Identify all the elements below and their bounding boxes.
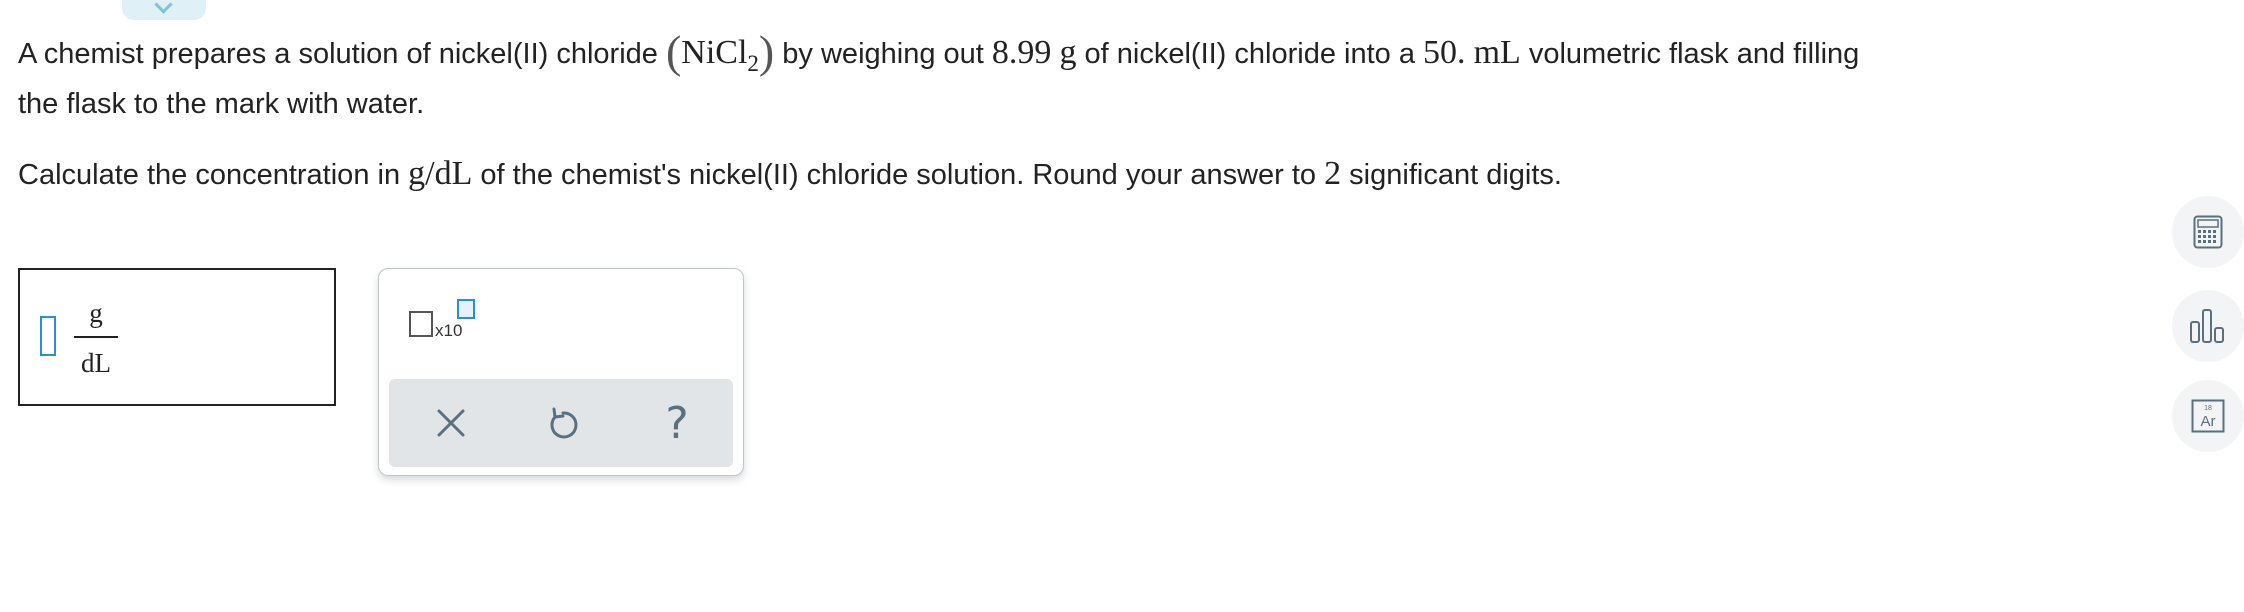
question-line-2: the flask to the mark with water. bbox=[18, 88, 425, 120]
concentration-unit: g/dL bbox=[408, 155, 473, 192]
question-text: A chemist prepares a solution of nickel(… bbox=[18, 38, 666, 70]
question-text: volumetric flask and filling bbox=[1520, 38, 1860, 70]
palette-action-bar: ? bbox=[389, 379, 733, 467]
question-line-3: Calculate the concentration in g/dL of t… bbox=[18, 154, 1562, 195]
unit-numerator: g bbox=[89, 298, 103, 328]
element-symbol: Ar bbox=[2201, 413, 2216, 430]
close-icon bbox=[437, 409, 465, 437]
sig-digits-value: 2 bbox=[1324, 155, 1342, 192]
help-button[interactable]: ? bbox=[651, 397, 703, 449]
element-number: 18 bbox=[2204, 405, 2212, 412]
chevron-down-icon bbox=[154, 0, 173, 14]
question-line-1: A chemist prepares a solution of nickel(… bbox=[18, 29, 1860, 84]
mass-value: 8.99 bbox=[991, 34, 1052, 71]
answer-input[interactable] bbox=[40, 316, 56, 356]
right-paren: ) bbox=[758, 26, 775, 77]
question-text: of nickel(II) chloride into a bbox=[1076, 38, 1424, 70]
data-chart-button[interactable] bbox=[2172, 290, 2244, 362]
periodic-table-button[interactable]: 18 Ar bbox=[2172, 380, 2244, 452]
mass-unit: g bbox=[1059, 34, 1077, 71]
question-text: by weighing out bbox=[774, 38, 992, 70]
question-text: significant digits. bbox=[1341, 159, 1562, 191]
formula-subscript: 2 bbox=[747, 51, 759, 76]
formula: NiCl2 bbox=[681, 34, 759, 76]
page: A chemist prepares a solution of nickel(… bbox=[0, 0, 2244, 612]
mantissa-box-icon bbox=[409, 311, 433, 337]
clear-button[interactable] bbox=[425, 397, 477, 449]
periodic-table-icon: 18 Ar bbox=[2191, 399, 2225, 433]
volume-value: 50. bbox=[1423, 34, 1466, 71]
sci-notation-label: x10 bbox=[435, 321, 463, 340]
question-text: Calculate the concentration in bbox=[18, 159, 409, 191]
unit-denominator: dL bbox=[81, 348, 111, 378]
bar-chart-icon bbox=[2190, 309, 2224, 343]
undo-button[interactable] bbox=[537, 397, 589, 449]
left-paren: ( bbox=[665, 26, 682, 77]
answer-unit: g dL bbox=[74, 298, 118, 378]
question-text: of the chemist's nickel(II) chloride sol… bbox=[472, 159, 1325, 191]
answer-input-box[interactable]: g dL bbox=[18, 268, 336, 406]
calculator-icon bbox=[2193, 215, 2223, 249]
undo-icon bbox=[550, 407, 578, 439]
collapse-tab[interactable] bbox=[122, 0, 206, 20]
exponent-box-icon bbox=[457, 299, 475, 319]
tool-palette: x10 ? bbox=[378, 268, 744, 476]
volume-unit: mL bbox=[1473, 34, 1521, 71]
formula-main: NiCl bbox=[681, 34, 748, 71]
scientific-notation-button[interactable]: x10 bbox=[409, 299, 479, 340]
calculator-button[interactable] bbox=[2172, 196, 2244, 268]
fraction-bar bbox=[74, 336, 118, 338]
